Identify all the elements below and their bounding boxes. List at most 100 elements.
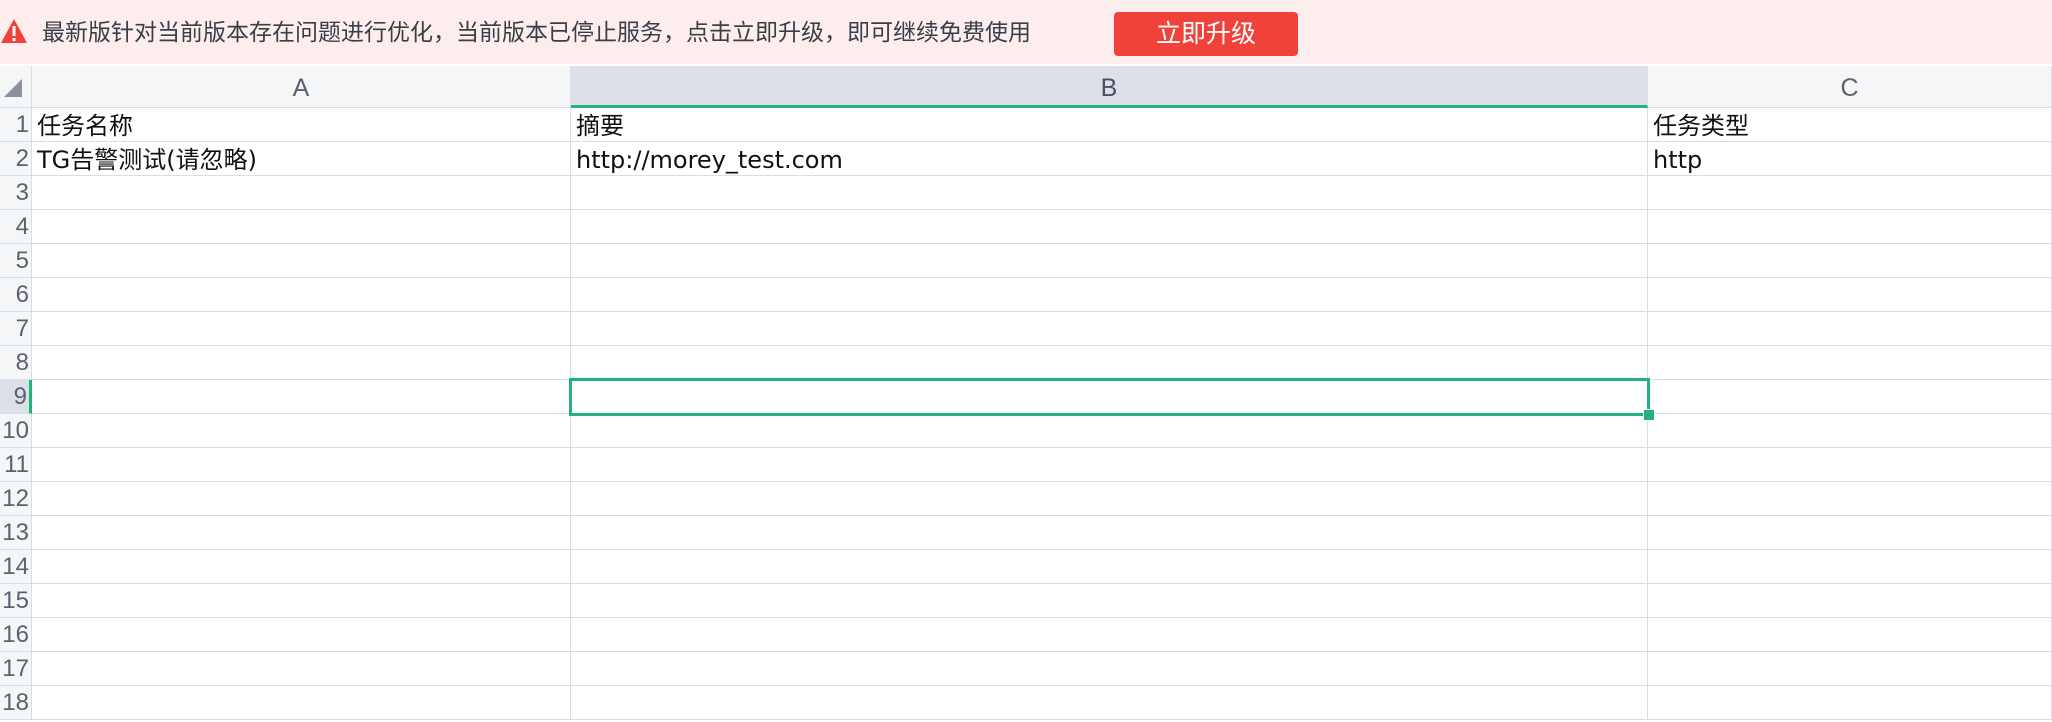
row-header[interactable]: 10 [0,414,32,448]
cell-c8[interactable] [1648,346,2052,380]
cell-b5[interactable] [571,244,1648,278]
cell-b14[interactable] [571,550,1648,584]
row-header[interactable]: 12 [0,482,32,516]
table-row: 15 [0,584,2052,618]
row-header[interactable]: 6 [0,278,32,312]
cell-a14[interactable] [32,550,571,584]
cell-c11[interactable] [1648,448,2052,482]
cell-c5[interactable] [1648,244,2052,278]
cell-a2[interactable]: TG告警测试(请忽略) [32,142,571,176]
table-row: 2 TG告警测试(请忽略) http://morey_test.com http [0,142,2052,176]
cell-b18[interactable] [571,686,1648,720]
cell-c9[interactable] [1648,380,2052,414]
cell-a3[interactable] [32,176,571,210]
row-header[interactable]: 7 [0,312,32,346]
cell-a11[interactable] [32,448,571,482]
cell-c18[interactable] [1648,686,2052,720]
table-row: 9 [0,380,2052,414]
cell-a1[interactable]: 任务名称 [32,108,571,142]
table-row: 17 [0,652,2052,686]
row-header[interactable]: 8 [0,346,32,380]
cell-b8[interactable] [571,346,1648,380]
cell-a7[interactable] [32,312,571,346]
cell-b15[interactable] [571,584,1648,618]
select-all-triangle-icon [4,79,22,97]
cell-c12[interactable] [1648,482,2052,516]
cell-c1[interactable]: 任务类型 [1648,108,2052,142]
table-row: 10 [0,414,2052,448]
table-row: 13 [0,516,2052,550]
cell-c10[interactable] [1648,414,2052,448]
table-row: 16 [0,618,2052,652]
table-row: 14 [0,550,2052,584]
cell-b2[interactable]: http://morey_test.com [571,142,1648,176]
cell-b11[interactable] [571,448,1648,482]
cell-c3[interactable] [1648,176,2052,210]
cell-c15[interactable] [1648,584,2052,618]
row-header[interactable]: 4 [0,210,32,244]
cell-c16[interactable] [1648,618,2052,652]
cell-a16[interactable] [32,618,571,652]
cell-a15[interactable] [32,584,571,618]
table-row: 18 [0,686,2052,720]
row-header[interactable]: 13 [0,516,32,550]
cell-c2[interactable]: http [1648,142,2052,176]
row-header[interactable]: 15 [0,584,32,618]
row-header[interactable]: 9 [0,380,32,414]
table-row: 11 [0,448,2052,482]
warning-icon [1,19,27,43]
cell-c6[interactable] [1648,278,2052,312]
cell-b16[interactable] [571,618,1648,652]
cell-b4[interactable] [571,210,1648,244]
cell-a8[interactable] [32,346,571,380]
table-row: 5 [0,244,2052,278]
sheet-rows: 1 任务名称 摘要 任务类型 2 TG告警测试(请忽略) http://morey_test… [0,108,2052,720]
cell-b6[interactable] [571,278,1648,312]
row-header[interactable]: 3 [0,176,32,210]
cell-b17[interactable] [571,652,1648,686]
cell-b9[interactable] [571,380,1648,414]
table-row: 4 [0,210,2052,244]
fill-handle[interactable] [1643,409,1655,421]
cell-b12[interactable] [571,482,1648,516]
table-row: 1 任务名称 摘要 任务类型 [0,108,2052,142]
cell-a12[interactable] [32,482,571,516]
row-header[interactable]: 18 [0,686,32,720]
column-header-b[interactable]: B [571,66,1648,108]
cell-a13[interactable] [32,516,571,550]
cell-c17[interactable] [1648,652,2052,686]
cell-a9[interactable] [32,380,571,414]
row-header[interactable]: 5 [0,244,32,278]
table-row: 6 [0,278,2052,312]
column-header-c[interactable]: C [1648,66,2052,108]
banner-message: 最新版针对当前版本存在问题进行优化，当前版本已停止服务，点击立即升级，即可继续免… [42,20,1031,46]
upgrade-now-button[interactable]: 立即升级 [1114,12,1298,56]
row-header[interactable]: 17 [0,652,32,686]
cell-a17[interactable] [32,652,571,686]
cell-c13[interactable] [1648,516,2052,550]
cell-a10[interactable] [32,414,571,448]
cell-b13[interactable] [571,516,1648,550]
column-header-a[interactable]: A [32,66,571,108]
row-header[interactable]: 2 [0,142,32,176]
table-row: 7 [0,312,2052,346]
spreadsheet: A B C 1 任务名称 摘要 任务类型 2 TG告警测试(请忽略) http://more… [0,66,2052,722]
cell-b1[interactable]: 摘要 [571,108,1648,142]
row-header[interactable]: 16 [0,618,32,652]
cell-c4[interactable] [1648,210,2052,244]
cell-b10[interactable] [571,414,1648,448]
row-header[interactable]: 11 [0,448,32,482]
row-header[interactable]: 14 [0,550,32,584]
cell-b3[interactable] [571,176,1648,210]
cell-a6[interactable] [32,278,571,312]
cell-c14[interactable] [1648,550,2052,584]
cell-b7[interactable] [571,312,1648,346]
cell-a18[interactable] [32,686,571,720]
select-all-corner[interactable] [0,66,32,108]
row-header[interactable]: 1 [0,108,32,142]
cell-a5[interactable] [32,244,571,278]
cell-a4[interactable] [32,210,571,244]
cell-c7[interactable] [1648,312,2052,346]
table-row: 3 [0,176,2052,210]
upgrade-banner: 最新版针对当前版本存在问题进行优化，当前版本已停止服务，点击立即升级，即可继续免… [0,0,2052,64]
